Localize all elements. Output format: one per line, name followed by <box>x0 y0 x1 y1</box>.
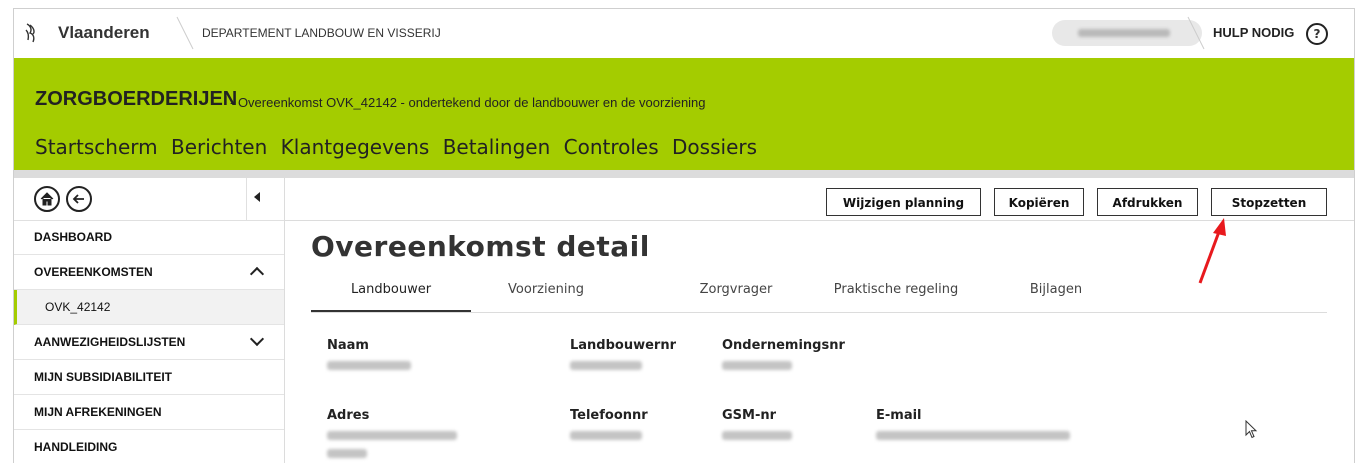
home-icon[interactable] <box>34 186 60 212</box>
sidebar-item-dashboard[interactable]: DASHBOARD <box>14 220 284 255</box>
value-email-redacted <box>876 431 1070 440</box>
nav-dossiers[interactable]: Dossiers <box>672 135 757 159</box>
tab-praktische-regeling[interactable]: Praktische regeling <box>816 270 976 310</box>
main-content: Wijzigen planning Kopiëren Afdrukken Sto… <box>285 178 1354 463</box>
app-window: Vlaanderen DEPARTEMENT LANDBOUW EN VISSE… <box>13 8 1355 463</box>
afdrukken-button[interactable]: Afdrukken <box>1097 188 1198 216</box>
mouse-cursor-icon <box>1245 420 1258 439</box>
nav-startscherm[interactable]: Startscherm <box>35 135 158 159</box>
tab-bijlagen[interactable]: Bijlagen <box>1016 270 1096 310</box>
tab-landbouwer[interactable]: Landbouwer <box>311 270 471 312</box>
label-gsmnr: GSM-nr <box>722 408 777 423</box>
banner-subtitle: - Overeenkomst OVK_42142 - ondertekend d… <box>230 95 706 110</box>
nav-klantgegevens[interactable]: Klantgegevens <box>281 135 430 159</box>
sidebar-item-ovk-42142[interactable]: OVK_42142 <box>14 290 284 325</box>
tab-zorgvrager[interactable]: Zorgvrager <box>681 270 791 310</box>
kopieren-button[interactable]: Kopiëren <box>994 188 1084 216</box>
main-nav: Startscherm Berichten Klantgegevens Beta… <box>35 135 764 159</box>
chevron-down-icon <box>249 331 265 347</box>
help-icon[interactable]: ? <box>1306 23 1328 45</box>
label-naam: Naam <box>327 338 369 353</box>
label-landbouwernr: Landbouwernr <box>570 338 677 353</box>
chevron-up-icon <box>249 266 265 282</box>
app-banner: ZORGBOERDERIJEN - Overeenkomst OVK_42142… <box>14 58 1354 170</box>
value-gsmnr-redacted <box>722 431 792 440</box>
vlaanderen-lion-logo <box>25 23 35 43</box>
nav-controles[interactable]: Controles <box>564 135 659 159</box>
sidebar-item-aanwezigheidslijsten[interactable]: AANWEZIGHEIDSLIJSTEN <box>14 325 284 360</box>
value-landbouwernr-redacted <box>570 361 642 370</box>
nav-betalingen[interactable]: Betalingen <box>443 135 551 159</box>
value-adres-line1-redacted <box>327 431 457 440</box>
sidebar-item-label: MIJN SUBSIDIABILITEIT <box>34 370 173 384</box>
value-naam-redacted <box>327 361 411 370</box>
sidebar-item-label: HANDLEIDING <box>34 440 118 454</box>
wijzigen-planning-button[interactable]: Wijzigen planning <box>826 188 981 216</box>
toolbar-divider <box>246 178 247 220</box>
sidebar-item-overeenkomsten[interactable]: OVEREENKOMSTEN <box>14 255 284 290</box>
sidebar-item-afrekeningen[interactable]: MIJN AFREKENINGEN <box>14 395 284 430</box>
divider-strip <box>14 170 1354 178</box>
label-email: E-mail <box>876 408 922 423</box>
sidebar-item-label: OVEREENKOMSTEN <box>34 265 153 279</box>
sidebar-toolbar <box>14 178 284 221</box>
label-ondernemingsnr: Ondernemingsnr <box>722 338 845 353</box>
sidebar-item-label: AANWEZIGHEIDSLIJSTEN <box>34 335 186 349</box>
sidebar-item-label: OVK_42142 <box>45 300 111 314</box>
value-ondernemingsnr-redacted <box>722 361 792 370</box>
action-toolbar: Wijzigen planning Kopiëren Afdrukken Sto… <box>285 178 1354 221</box>
detail-tabs: Landbouwer Voorziening Zorgvrager Prakti… <box>311 270 1327 313</box>
brand-name[interactable]: Vlaanderen <box>58 23 150 43</box>
label-adres: Adres <box>327 408 370 423</box>
value-telefoonnr-redacted <box>570 431 642 440</box>
label-telefoonnr: Telefoonnr <box>570 408 648 423</box>
separator-slash <box>176 16 194 50</box>
stopzetten-button[interactable]: Stopzetten <box>1211 188 1327 216</box>
tab-voorziening[interactable]: Voorziening <box>486 270 606 310</box>
sidebar-item-label: MIJN AFREKENINGEN <box>34 405 162 419</box>
collapse-sidebar-icon[interactable] <box>254 192 260 202</box>
top-header: Vlaanderen DEPARTEMENT LANDBOUW EN VISSE… <box>14 9 1354 59</box>
value-adres-line2-redacted <box>327 449 367 458</box>
sidebar-item-handleiding[interactable]: HANDLEIDING <box>14 430 284 463</box>
sidebar-item-subsidiabiliteit[interactable]: MIJN SUBSIDIABILITEIT <box>14 360 284 395</box>
department-name[interactable]: DEPARTEMENT LANDBOUW EN VISSERIJ <box>202 26 441 40</box>
sidebar: DASHBOARD OVEREENKOMSTEN OVK_42142 AANWE… <box>14 178 284 463</box>
user-name-redacted <box>1078 29 1170 37</box>
user-profile-button[interactable] <box>1052 20 1202 46</box>
separator-slash <box>1187 16 1205 50</box>
back-arrow-icon[interactable] <box>66 186 92 212</box>
nav-berichten[interactable]: Berichten <box>171 135 267 159</box>
page-title: Overeenkomst detail <box>311 230 650 263</box>
sidebar-item-label: DASHBOARD <box>34 230 112 244</box>
app-title: ZORGBOERDERIJEN <box>35 88 238 110</box>
help-link[interactable]: HULP NODIG <box>1213 25 1294 40</box>
